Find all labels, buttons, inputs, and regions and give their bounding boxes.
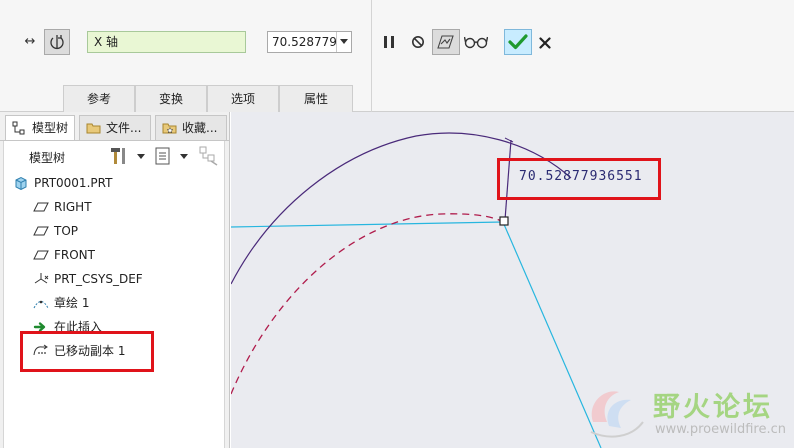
tab-model-tree[interactable]: 模型树 [5,115,75,140]
dashboard-divider [371,0,372,112]
chevron-down-icon [137,154,145,159]
tab-transformations[interactable]: 变换 [135,85,207,112]
datum-plane-icon [33,226,49,236]
tree-show-button[interactable] [154,146,192,166]
tab-favorites-label: 收藏... [182,121,218,135]
tree-filter-button[interactable] [199,146,221,166]
tree-item-label: FRONT [54,248,95,262]
chevron-down-icon [180,154,188,159]
no-preview-button[interactable] [408,29,428,55]
verify-button[interactable] [463,29,489,55]
part-icon [15,176,27,190]
tree-header-title: 模型树 [29,151,66,165]
list-icon [155,147,170,165]
original-curve [231,213,504,395]
no-preview-icon [412,36,424,48]
tab-properties[interactable]: 属性 [279,85,353,112]
tree-item-label: RIGHT [54,200,92,214]
tab-folder-browser-label: 文件... [106,121,142,135]
datum-plane-icon [33,202,49,212]
rotation-value-input[interactable]: 70.5287793 [267,31,352,53]
rotate-mode-button[interactable] [44,29,70,55]
tab-favorites[interactable]: 收藏... [155,115,227,140]
tab-folder-browser[interactable]: 文件... [79,115,151,140]
translate-icon[interactable]: ↔ [21,33,39,51]
pause-button[interactable] [379,29,399,55]
highlight-box-tree-item [20,331,154,372]
tools-icon [111,148,125,164]
rotation-value-text: 70.5287793 [272,35,336,49]
move-copy-dashboard: ↔ X 轴 70.5287793 参考 变换 选项 属性 [0,0,794,112]
sketch-icon [33,300,49,309]
model-tree-panel: 模型树 PRT0001.PRT RIGHT TOP FRONT PRT_CSYS… [3,141,225,448]
axis-reference-collector[interactable]: X 轴 [87,31,246,53]
tree-item-label: PRT0001.PRT [34,176,113,190]
tree-item-label: PRT_CSYS_DEF [54,272,143,286]
tab-model-tree-label: 模型树 [32,121,69,135]
close-icon [539,37,551,49]
datum-plane-icon [33,250,49,260]
tree-settings-button[interactable] [109,146,149,166]
apply-ok-button[interactable] [504,29,532,55]
glasses-icon [464,36,488,49]
reference-line-diagonal [502,221,602,448]
pause-icon [384,36,394,48]
tree-item-label: TOP [54,224,79,238]
folder-icon [86,123,101,134]
value-dropdown-button[interactable] [336,32,351,52]
cancel-button[interactable] [535,29,555,55]
checkmark-icon [508,34,528,50]
drag-handle[interactable] [499,216,509,226]
filter-icon [199,146,218,166]
preview-button[interactable] [432,29,460,55]
csys-icon [34,273,49,284]
tree-item-label: 章绘 1 [54,296,90,310]
model-tree-icon [12,121,25,135]
chevron-down-icon [340,39,348,44]
navigator-pane: 模型树 文件... 收藏... 模型树 PRT0001.PRT RIGHT TO… [0,112,230,448]
highlight-box-dimension [497,158,661,200]
rotate-icon [50,35,64,50]
favorites-icon [162,123,177,134]
tab-options[interactable]: 选项 [207,85,279,112]
tab-references[interactable]: 参考 [63,85,135,112]
preview-icon [437,35,454,49]
